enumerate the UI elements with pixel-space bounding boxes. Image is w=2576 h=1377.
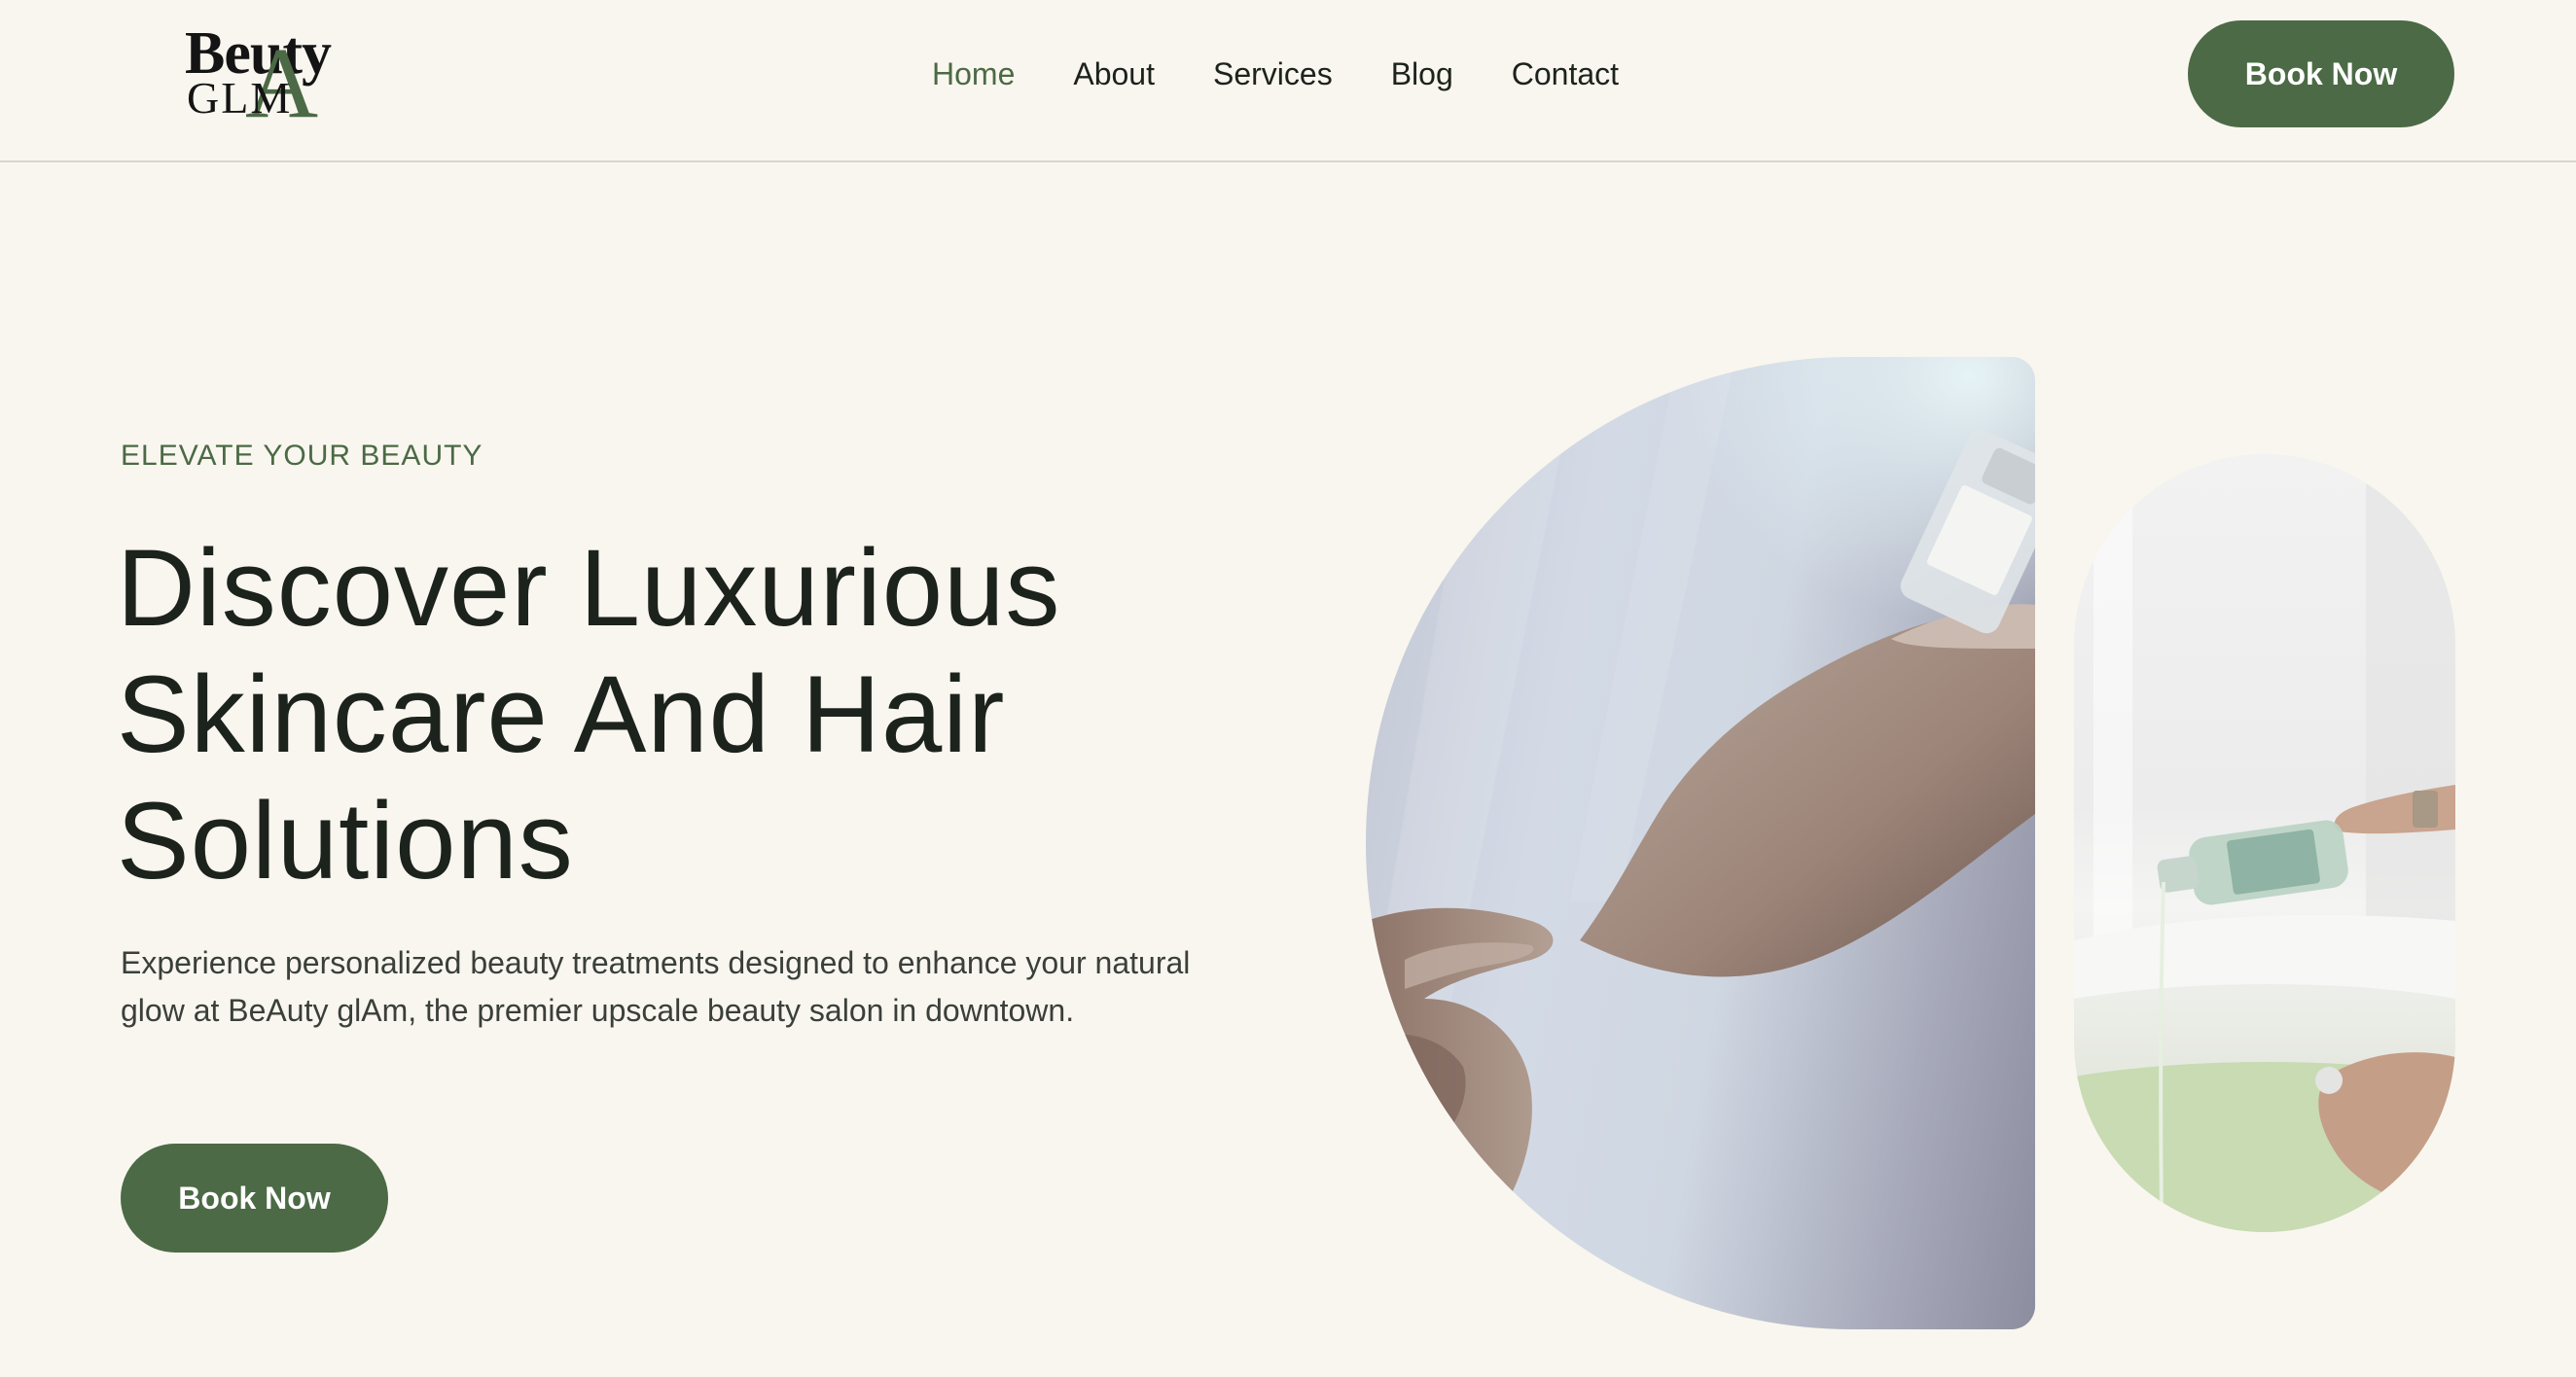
nav-link-contact[interactable]: Contact [1512,56,1619,92]
hero-title-line: Solutions [117,780,574,901]
hero-title-line: Skincare And Hair [117,653,1006,775]
logo-wordmark-bottom: GLM [187,73,293,123]
main-nav: Home About Services Blog Contact [932,49,1619,99]
hero-side-image [2074,454,2455,1232]
site-header: Beuty A GLM Home About Services Blog Con… [0,0,2576,162]
hero-kicker: ELEVATE YOUR BEAUTY [121,440,483,472]
hand-applying-serum-illustration [1366,357,2035,1310]
nav-link-blog[interactable]: Blog [1391,56,1453,92]
hero-main-image [1366,357,2035,1329]
header-book-now-button[interactable]: Book Now [2188,20,2454,127]
brand-logo[interactable]: Beuty A GLM [185,23,389,134]
hero-book-now-button[interactable]: Book Now [121,1144,388,1253]
hero-description: Experience personalized beauty treatment… [121,945,1191,1028]
nav-link-services[interactable]: Services [1213,56,1333,92]
hero-title: Discover Luxurious Skincare And Hair Sol… [117,525,1235,904]
nav-link-about[interactable]: About [1073,56,1155,92]
nav-link-home[interactable]: Home [932,56,1015,92]
pouring-oil-illustration [2074,454,2455,1232]
hero-title-line: Discover Luxurious [117,527,1061,649]
